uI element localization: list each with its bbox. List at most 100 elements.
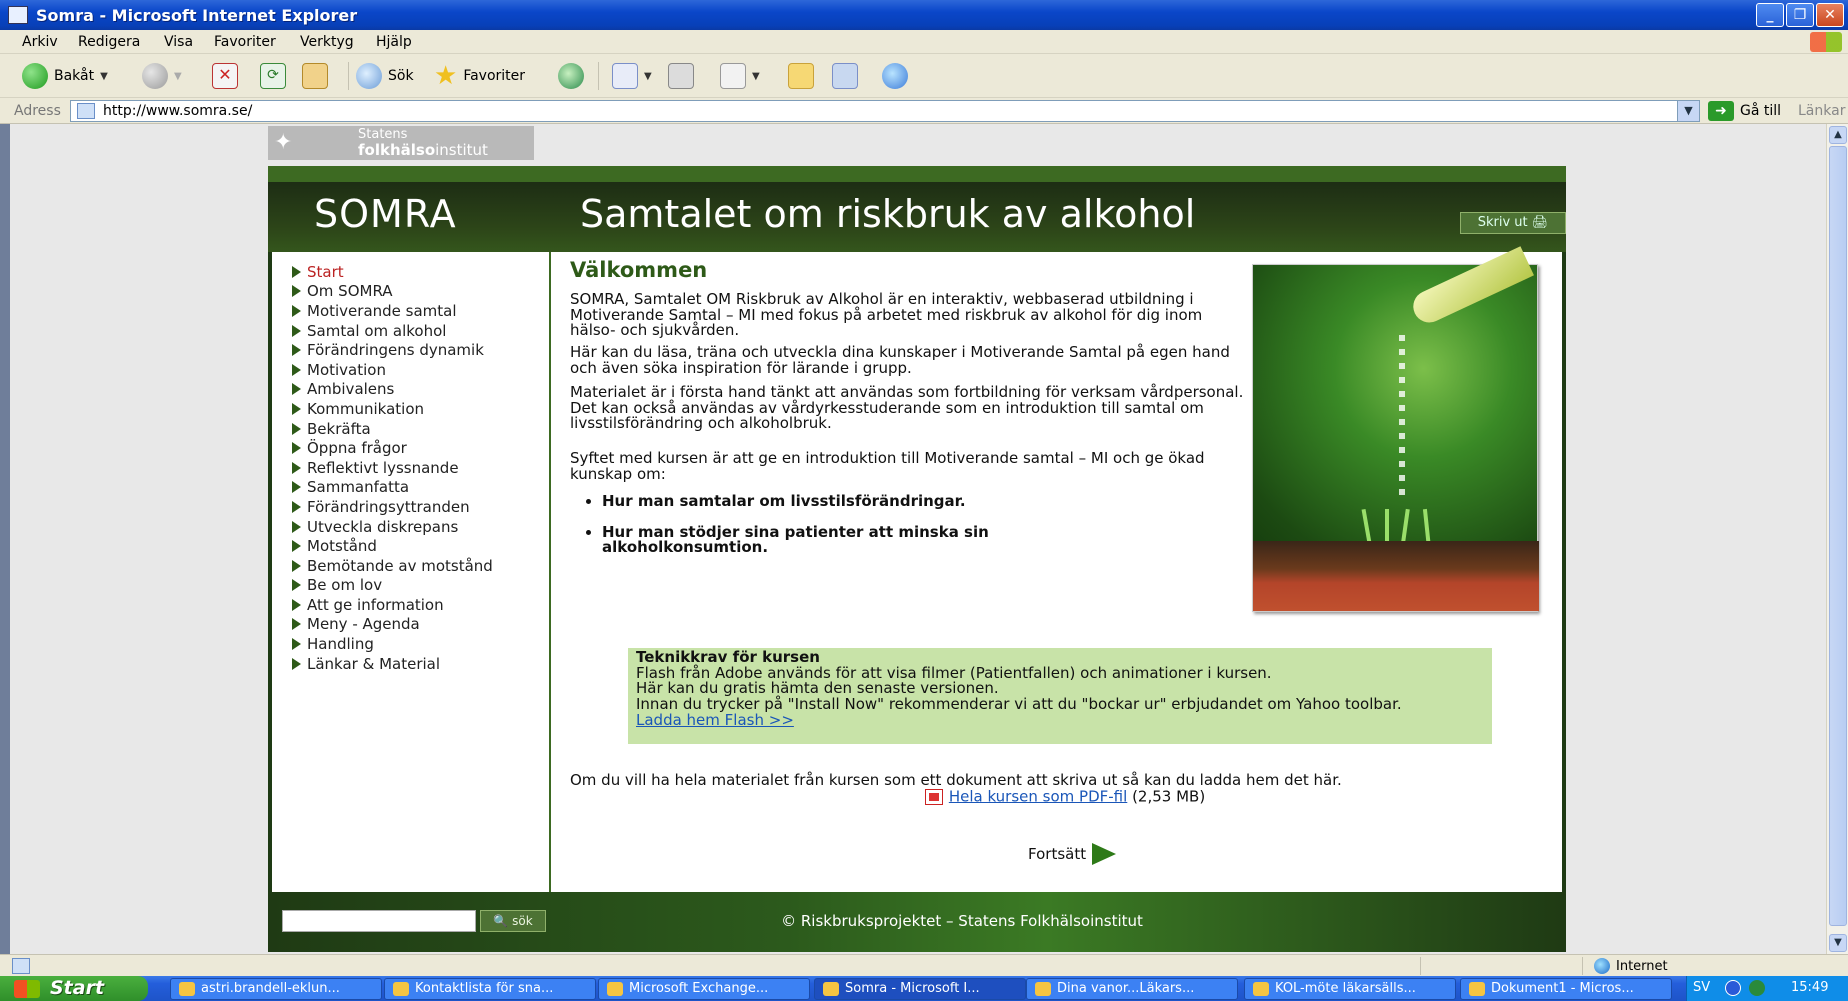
taskbar-button[interactable]: Kontaktlista för sna... bbox=[384, 978, 596, 1000]
window-border bbox=[0, 124, 10, 954]
start-button[interactable]: Start bbox=[0, 976, 148, 1001]
search-label: Sök bbox=[388, 68, 414, 84]
nav-item-4[interactable]: Förändringens dynamik bbox=[292, 340, 493, 360]
chevron-down-icon[interactable]: ▼ bbox=[100, 71, 108, 82]
site-body: Start Om SOMRA Motiverande samtal Samtal om… bbox=[272, 246, 1562, 892]
menu-arkiv[interactable]: Arkiv bbox=[22, 34, 58, 50]
links-toolbar[interactable]: Länkar bbox=[1798, 103, 1845, 119]
print-button[interactable]: Skriv ut 🖨 bbox=[1460, 212, 1566, 234]
nav-item-0[interactable]: Start bbox=[292, 262, 493, 282]
scroll-down-icon[interactable]: ▼ bbox=[1829, 934, 1847, 952]
triangle-right-icon bbox=[292, 402, 301, 415]
forward-button[interactable]: ▼ bbox=[142, 62, 182, 90]
nav-item-7[interactable]: Kommunikation bbox=[292, 399, 493, 419]
nav-item-2[interactable]: Motiverande samtal bbox=[292, 301, 493, 321]
triangle-right-icon bbox=[292, 500, 301, 513]
nav-item-19[interactable]: Handling bbox=[292, 634, 493, 654]
tray-arrow-icon[interactable] bbox=[1725, 980, 1741, 996]
messenger-icon[interactable] bbox=[882, 63, 908, 89]
menu-verktyg[interactable]: Verktyg bbox=[300, 34, 354, 50]
continue-button[interactable]: Fortsätt bbox=[1028, 843, 1117, 865]
task-app-icon bbox=[1035, 982, 1051, 996]
close-button[interactable]: ✕ bbox=[1816, 3, 1844, 27]
print-icon[interactable] bbox=[668, 63, 694, 89]
mail-icon bbox=[612, 63, 638, 89]
task-app-icon bbox=[823, 982, 839, 996]
nav-item-10[interactable]: Reflektivt lyssnande bbox=[292, 458, 493, 478]
scroll-thumb[interactable] bbox=[1829, 146, 1847, 926]
tray-app-icon[interactable] bbox=[1749, 980, 1765, 996]
language-indicator[interactable]: SV bbox=[1693, 980, 1710, 995]
site-header: SOMRA Samtalet om riskbruk av alkohol Sk… bbox=[268, 166, 1566, 252]
menu-redigera[interactable]: Redigera bbox=[78, 34, 140, 50]
nav-item-label: Om SOMRA bbox=[307, 282, 393, 301]
favorites-button[interactable]: ★ Favoriter bbox=[434, 61, 525, 91]
nav-item-13[interactable]: Utveckla diskrepans bbox=[292, 517, 493, 537]
scroll-up-icon[interactable]: ▲ bbox=[1829, 126, 1847, 144]
mail-button[interactable]: ▼ bbox=[612, 62, 652, 90]
menu-favoriter[interactable]: Favoriter bbox=[214, 34, 276, 50]
nav-item-8[interactable]: Bekräfta bbox=[292, 419, 493, 439]
history-icon[interactable] bbox=[558, 63, 584, 89]
pdf-row: Hela kursen som PDF-fil (2,53 MB) bbox=[570, 787, 1560, 805]
list-item: Hur man samtalar om livsstilsförändringa… bbox=[602, 493, 1102, 510]
nav-item-14[interactable]: Motstånd bbox=[292, 536, 493, 556]
taskbar-button[interactable]: Microsoft Exchange... bbox=[598, 978, 810, 1000]
menu-visa[interactable]: Visa bbox=[164, 34, 193, 50]
nav-item-label: Förändringens dynamik bbox=[307, 341, 484, 360]
triangle-right-icon bbox=[292, 363, 301, 376]
maximize-button[interactable]: ❐ bbox=[1786, 3, 1814, 27]
triangle-right-icon bbox=[292, 285, 301, 298]
nav-item-12[interactable]: Förändringsyttranden bbox=[292, 497, 493, 517]
nav-item-16[interactable]: Be om lov bbox=[292, 576, 493, 596]
minimize-button[interactable]: _ bbox=[1756, 3, 1784, 27]
logo-line2: folkhälsoinstitut bbox=[358, 141, 488, 159]
nav-item-20[interactable]: Länkar & Material bbox=[292, 654, 493, 674]
chevron-down-icon[interactable]: ▼ bbox=[1677, 101, 1699, 121]
nav-item-label: Handling bbox=[307, 635, 374, 654]
nav-item-label: Motstånd bbox=[307, 537, 377, 556]
chevron-down-icon[interactable]: ▼ bbox=[644, 71, 652, 82]
go-button[interactable]: ➜ Gå till bbox=[1708, 101, 1781, 121]
flower-pot bbox=[1253, 541, 1539, 611]
address-url[interactable]: http://www.somra.se/ bbox=[103, 103, 252, 119]
chevron-down-icon[interactable]: ▼ bbox=[752, 71, 760, 82]
triangle-right-icon bbox=[292, 520, 301, 533]
fhi-logo[interactable]: ✦ Statens folkhälsoinstitut bbox=[268, 126, 534, 160]
back-button[interactable]: Bakåt ▼ bbox=[22, 62, 108, 90]
nav-item-15[interactable]: Bemötande av motstånd bbox=[292, 556, 493, 576]
nav-item-9[interactable]: Öppna frågor bbox=[292, 438, 493, 458]
stop-icon[interactable]: ✕ bbox=[212, 63, 238, 89]
flash-download-link[interactable]: Ladda hem Flash >> bbox=[636, 711, 794, 729]
address-bar: Adress http://www.somra.se/ ▼ ➜ Gå till … bbox=[0, 98, 1848, 124]
nav-item-17[interactable]: Att ge information bbox=[292, 595, 493, 615]
site-container: SOMRA Samtalet om riskbruk av alkohol Sk… bbox=[268, 166, 1566, 952]
search-button[interactable]: Sök bbox=[356, 62, 414, 90]
page-icon bbox=[77, 103, 95, 119]
taskbar-button[interactable]: Dina vanor...Läkars... bbox=[1026, 978, 1238, 1000]
window-title: Somra - Microsoft Internet Explorer bbox=[36, 6, 358, 25]
nav-item-3[interactable]: Samtal om alkohol bbox=[292, 321, 493, 341]
nav-item-5[interactable]: Motivation bbox=[292, 360, 493, 380]
taskbar-button[interactable]: Dokument1 - Micros... bbox=[1460, 978, 1672, 1000]
home-icon[interactable] bbox=[302, 63, 328, 89]
site-subtitle: Samtalet om riskbruk av alkohol bbox=[580, 192, 1196, 236]
address-input[interactable]: http://www.somra.se/ ▼ bbox=[70, 100, 1700, 122]
forward-arrow-icon bbox=[142, 63, 168, 89]
nav-item-11[interactable]: Sammanfatta bbox=[292, 478, 493, 498]
triangle-right-icon bbox=[292, 657, 301, 670]
taskbar-button[interactable]: astri.brandell-eklun... bbox=[170, 978, 382, 1000]
nav-item-1[interactable]: Om SOMRA bbox=[292, 282, 493, 302]
folder-icon[interactable] bbox=[788, 63, 814, 89]
taskbar-button[interactable]: KOL-möte läkarsälls... bbox=[1244, 978, 1456, 1000]
research-icon[interactable] bbox=[832, 63, 858, 89]
refresh-icon[interactable]: ⟳ bbox=[260, 63, 286, 89]
nav-item-18[interactable]: Meny - Agenda bbox=[292, 615, 493, 635]
edit-button[interactable]: ▼ bbox=[720, 62, 760, 90]
nav-item-6[interactable]: Ambivalens bbox=[292, 380, 493, 400]
menu-hjalp[interactable]: Hjälp bbox=[376, 34, 412, 50]
taskbar-button[interactable]: Somra - Microsoft I... bbox=[814, 978, 1026, 1000]
pdf-link[interactable]: Hela kursen som PDF-fil bbox=[949, 787, 1127, 805]
chevron-down-icon[interactable]: ▼ bbox=[174, 71, 182, 82]
vertical-scrollbar[interactable]: ▲ ▼ bbox=[1826, 124, 1848, 954]
